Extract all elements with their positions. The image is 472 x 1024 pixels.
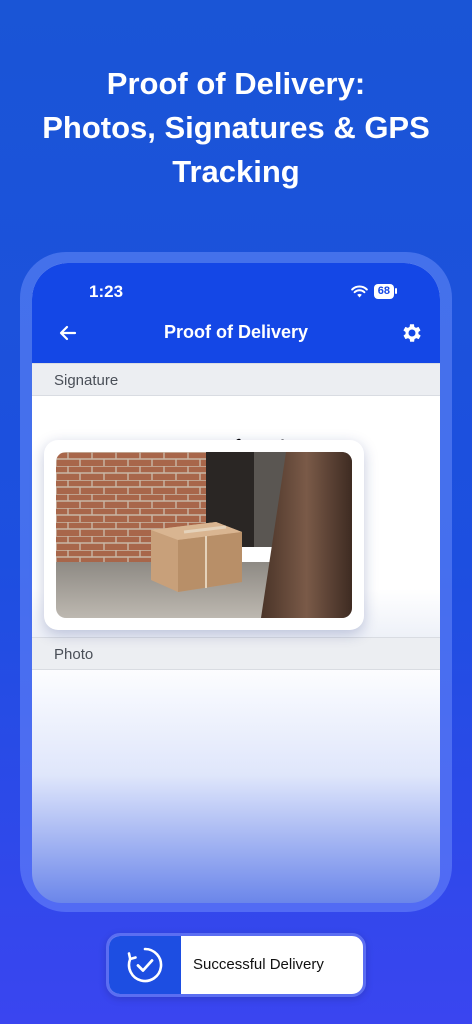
successful-delivery-button[interactable]: Successful Delivery (106, 933, 366, 997)
package-on-doorstep-image (56, 452, 352, 618)
app-bar: 1:23 68 Proof of Delivery (32, 263, 440, 363)
headline-line-2: Photos, Signatures & GPS (42, 110, 430, 145)
signature-section-header: Signature (32, 363, 440, 396)
wifi-icon (350, 285, 368, 298)
marketing-headline: Proof of Delivery: Photos, Signatures & … (0, 62, 472, 194)
delivery-photo-card[interactable] (44, 440, 364, 630)
check-circle-icon (109, 936, 181, 994)
successful-delivery-label: Successful Delivery (193, 956, 324, 973)
gear-icon[interactable] (400, 321, 424, 345)
photo-section-header: Photo (32, 637, 440, 670)
headline-line-3: Tracking (172, 154, 300, 189)
delivery-photo (56, 452, 352, 618)
status-icons: 68 (350, 284, 398, 299)
headline-line-1: Proof of Delivery: (106, 66, 366, 101)
battery-indicator: 68 (373, 284, 398, 299)
page-title: Proof of Delivery (163, 322, 309, 342)
status-time: 1:23 (89, 282, 124, 301)
